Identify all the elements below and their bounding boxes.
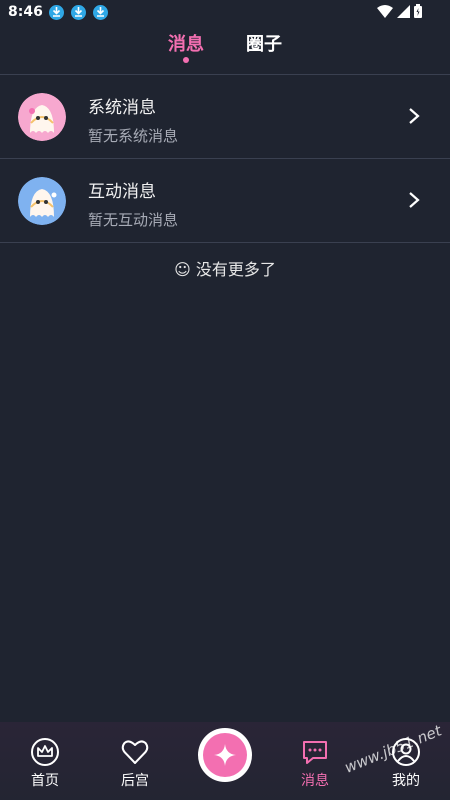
- sparkle-icon: [203, 733, 247, 777]
- top-tabs: 消息 圈子: [0, 30, 450, 66]
- chevron-right-icon: [409, 108, 420, 124]
- nav-item-home[interactable]: 首页: [15, 738, 75, 790]
- message-subtitle: 暂无系统消息: [88, 127, 179, 145]
- tab-messages[interactable]: 消息: [168, 30, 204, 66]
- nav-item-harem[interactable]: 后宫: [105, 738, 165, 790]
- message-title: 互动消息: [88, 182, 156, 202]
- list-item-system-messages[interactable]: 系统消息 暂无系统消息: [0, 75, 450, 159]
- active-tab-indicator: [183, 57, 189, 63]
- download-icon: [70, 4, 86, 20]
- status-bar: 8:46: [0, 0, 450, 24]
- crown-icon: [31, 738, 59, 766]
- status-time: 8:46: [8, 4, 43, 20]
- center-action-button[interactable]: [198, 728, 252, 782]
- message-title: 系统消息: [88, 98, 156, 118]
- nav-label: 我的: [392, 773, 420, 789]
- nav-item-messages[interactable]: 消息: [285, 738, 345, 790]
- no-more-text: ☺ 没有更多了: [174, 260, 276, 279]
- nav-label: 首页: [31, 773, 59, 789]
- tab-circle[interactable]: 圈子: [246, 30, 282, 66]
- heart-icon: [121, 740, 149, 764]
- download-icon: [48, 4, 64, 20]
- status-icons: [377, 4, 422, 18]
- list-item-interaction-messages[interactable]: 互动消息 暂无互动消息: [0, 159, 450, 243]
- battery-icon: [414, 4, 422, 18]
- avatar: [18, 93, 66, 141]
- nav-label: 后宫: [121, 773, 149, 789]
- chevron-right-icon: [409, 192, 420, 208]
- message-subtitle: 暂无互动消息: [88, 211, 179, 229]
- signal-icon: [397, 4, 410, 18]
- chat-icon: [303, 741, 327, 764]
- tab-label: 消息: [168, 34, 204, 55]
- wifi-icon: [377, 4, 393, 18]
- nav-label: 消息: [301, 773, 329, 789]
- tab-label: 圈子: [246, 34, 282, 55]
- avatar: [18, 177, 66, 225]
- download-icon: [92, 4, 108, 20]
